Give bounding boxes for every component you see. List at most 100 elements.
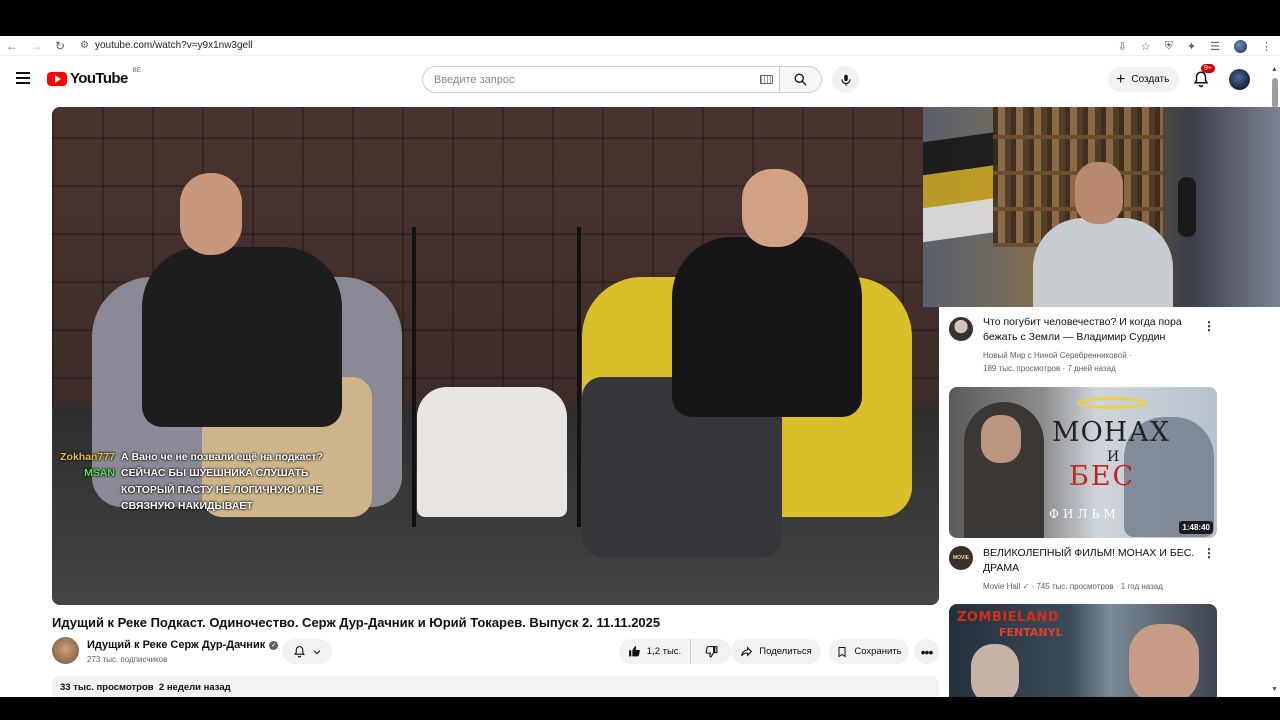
back-icon[interactable]: ←: [0, 36, 24, 56]
chat-overlay: Zokhan777 А Вано че не позвали ещё на по…: [57, 449, 351, 515]
description-box[interactable]: 33 тыс. просмотров 2 недели назад: [52, 676, 939, 697]
subscribed-notifications-button[interactable]: [282, 639, 332, 664]
streamer-webcam: [923, 107, 1280, 307]
thumbnail-text: FENTANYL: [999, 626, 1063, 639]
zombie-face: [971, 644, 1019, 697]
bookmark-icon: [838, 646, 846, 657]
forward-icon[interactable]: →: [24, 36, 48, 56]
host-figure: [142, 247, 342, 427]
thumbnail-text: БЕС: [1069, 461, 1136, 492]
scroll-up-icon[interactable]: ▲: [1271, 66, 1278, 73]
thumbnail-text: ZOMBIELAND: [957, 610, 1060, 625]
guest-figure: [672, 237, 862, 417]
bottom-black-bar: [0, 697, 1280, 720]
browser-actions: ⇩ ☆ ⛨ ✦ ☰ ⋮: [1118, 36, 1272, 56]
chat-message: MSAN СЕЙЧАС БЫ ШУЕШНИКА СЛУШАТЬ КОТОРЫЙ …: [57, 465, 351, 514]
like-count: 1,2 тыс.: [646, 646, 682, 657]
menu-icon[interactable]: [16, 72, 30, 84]
chat-message: Zokhan777 А Вано че не позвали ещё на по…: [57, 449, 351, 465]
top-black-bar: [0, 0, 1280, 36]
video-thumbnail[interactable]: МОНАХ И БЕС ФИЛЬМ 1:48:40: [949, 387, 1217, 538]
monk-face: [981, 415, 1021, 463]
recommendation-channel[interactable]: Movie Hall: [983, 582, 1020, 591]
recommendation-item[interactable]: МОНАХ И БЕС ФИЛЬМ 1:48:40 MOVIE ВЕЛИКОЛЕ…: [949, 387, 1219, 593]
url-text: youtube.com/watch?v=y9x1nw3gell: [94, 40, 253, 51]
recommendation-meta: Новый Мир с Ниной Серебренниковой · 189 …: [983, 351, 1132, 373]
streamer: [1033, 162, 1173, 307]
chat-text: А Вано че не позвали ещё на подкаст?: [121, 451, 323, 463]
share-button[interactable]: Поделиться: [731, 639, 821, 664]
address-bar[interactable]: ⚙ youtube.com/watch?v=y9x1nw3gell: [80, 40, 253, 51]
recommendation-views: 745 тыс. просмотров: [1036, 582, 1114, 591]
install-app-icon[interactable]: ⇩: [1118, 40, 1127, 53]
video-thumbnail[interactable]: ZOMBIELAND FENTANYL: [949, 604, 1217, 697]
save-button[interactable]: Сохранить: [829, 639, 909, 664]
shield-extension-icon[interactable]: ⛨: [1165, 40, 1173, 53]
country-code: BE: [132, 68, 141, 74]
create-button[interactable]: + Создать: [1108, 67, 1180, 92]
recommendation-item[interactable]: ZOMBIELAND FENTANYL: [949, 604, 1219, 697]
webcam-microphone: [1178, 177, 1196, 237]
white-stool: [417, 387, 567, 517]
thumbs-down-icon: [705, 646, 717, 658]
verified-icon: ✓: [269, 640, 279, 650]
mic-stand: [577, 227, 581, 527]
share-label: Поделиться: [759, 646, 812, 657]
plus-icon: +: [1116, 70, 1126, 88]
verified-icon: ✓: [1022, 582, 1030, 591]
chat-username: Zokhan777: [60, 451, 115, 463]
subscriber-count: 273 тыс. подписчиков: [87, 655, 168, 664]
voice-search-button[interactable]: [832, 66, 859, 93]
more-actions-button[interactable]: •••: [914, 639, 939, 664]
create-label: Создать: [1131, 74, 1170, 85]
channel-avatar-text: MOVIE: [952, 555, 970, 561]
logo-text: YouTube: [70, 70, 128, 87]
view-count: 33 тыс. просмотров: [60, 682, 154, 693]
thumbnail-text: ФИЛЬМ: [1049, 507, 1120, 521]
user-avatar[interactable]: [1229, 69, 1250, 90]
youtube-play-icon: [47, 71, 67, 86]
chevron-down-icon: [313, 649, 320, 654]
save-label: Сохранить: [854, 646, 902, 657]
site-info-icon[interactable]: ⚙: [80, 40, 89, 51]
like-dislike-group: 1,2 тыс.: [619, 639, 731, 664]
video-title: Идущий к Реке Подкаст. Одиночество. Серж…: [52, 615, 661, 630]
chat-text: СЕЙЧАС БЫ ШУЕШНИКА СЛУШАТЬ КОТОРЫЙ ПАСТУ…: [121, 467, 323, 513]
channel-name[interactable]: Идущий к Реке Серж Дур-Дачник ✓: [87, 639, 279, 651]
channel-avatar[interactable]: [949, 317, 973, 341]
extensions-icon[interactable]: ✦: [1187, 40, 1196, 53]
search-button[interactable]: [780, 66, 822, 93]
more-vertical-icon[interactable]: ⋮: [1203, 319, 1215, 333]
scroll-down-icon[interactable]: ▼: [1271, 686, 1278, 693]
youtube-logo[interactable]: YouTube BE: [47, 68, 141, 87]
search-input[interactable]: Введите запрос: [422, 66, 780, 93]
channel-avatar[interactable]: [52, 637, 79, 664]
like-button[interactable]: 1,2 тыс.: [619, 639, 691, 664]
youtube-header: YouTube BE Введите запрос + Создать 9+: [0, 60, 1270, 100]
more-vertical-icon[interactable]: ⋮: [1203, 546, 1215, 560]
recommendation-channel[interactable]: Новый Мир с Ниной Серебренниковой: [983, 351, 1127, 360]
channel-avatar[interactable]: MOVIE: [949, 546, 973, 570]
video-player[interactable]: Zokhan777 А Вано че не позвали ещё на по…: [52, 107, 939, 605]
bookmark-star-icon[interactable]: ☆: [1141, 40, 1151, 53]
browser-profile-avatar[interactable]: [1234, 39, 1247, 53]
thumbnail-text: МОНАХ: [1052, 417, 1170, 448]
dislike-button[interactable]: [691, 639, 731, 664]
publish-date: 2 недели назад: [158, 682, 231, 693]
scrollbar-thumb[interactable]: [1272, 78, 1278, 108]
recommendation-age: 7 дней назад: [1067, 364, 1116, 373]
screen: ← → ↻ ⚙ youtube.com/watch?v=y9x1nw3gell …: [0, 36, 1280, 697]
microphone-icon: [840, 74, 851, 86]
media-queue-icon[interactable]: ☰: [1210, 40, 1220, 53]
host-head: [180, 173, 242, 255]
keyboard-icon[interactable]: [760, 75, 773, 84]
browser-menu-icon[interactable]: ⋮: [1261, 40, 1272, 53]
recommendation-title[interactable]: ВЕЛИКОЛЕПНЫЙ ФИЛЬМ! МОНАХ И БЕС. ДРАМА: [983, 546, 1203, 576]
notification-badge: 9+: [1201, 64, 1215, 73]
channel-name-text: Идущий к Реке Серж Дур-Дачник: [87, 639, 266, 651]
recommendation-item[interactable]: Что погубит человечество? И когда пора б…: [949, 315, 1219, 375]
recommendation-title[interactable]: Что погубит человечество? И когда пора б…: [983, 315, 1203, 345]
search-icon: [794, 73, 807, 86]
reload-icon[interactable]: ↻: [48, 36, 72, 56]
browser-toolbar: ← → ↻ ⚙ youtube.com/watch?v=y9x1nw3gell …: [0, 36, 1280, 56]
